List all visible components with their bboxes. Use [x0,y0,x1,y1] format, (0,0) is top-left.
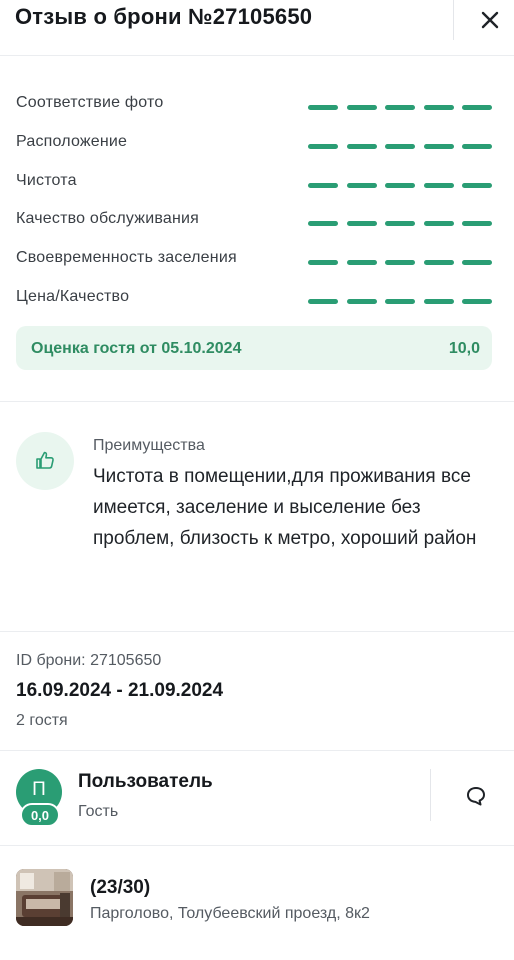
rating-row: Цена/Качество [0,280,514,308]
user-name: Пользователь [78,771,213,792]
section-divider [0,845,514,846]
rating-dash [308,105,338,110]
rating-dash [385,183,415,188]
rating-dash [308,144,338,149]
rating-dash [308,221,338,226]
rating-dash [423,221,454,226]
modal-title: Отзыв о брони №27105650 [15,4,313,29]
modal-header: Отзыв о брони №27105650 [0,0,514,56]
rating-dash [462,260,492,265]
rating-dash [385,105,415,110]
close-button[interactable] [472,2,508,38]
user-rating-badge: 0,0 [20,803,60,827]
rating-dash [346,299,377,304]
property-photo[interactable] [16,869,73,926]
rating-dashes [308,105,492,111]
property-photo-image [16,869,73,926]
section-divider [0,401,514,402]
rating-dash [462,144,492,149]
rating-dash [462,183,492,188]
booking-id: ID брони: 27105650 [16,652,162,669]
rating-dash [346,183,377,188]
rating-label: Расположение [16,133,128,150]
rating-dash [346,221,377,226]
rating-dash [462,221,492,226]
rating-dash [462,299,492,304]
rating-dash [385,221,415,226]
pros-text: Чистота в помещении,для проживания все и… [93,466,477,549]
rating-dash [346,144,377,149]
rating-dashes [308,299,492,305]
thumbs-up-icon [36,451,54,469]
rating-dash [308,299,338,304]
rating-row: Своевременность заселения [0,241,514,269]
rating-dashes [308,144,492,150]
rating-row: Чистота [0,164,514,192]
user-divider [430,769,431,821]
user-rating-value: 0,0 [30,808,50,823]
rating-row: Качество обслуживания [0,202,514,230]
rating-dash [346,260,377,265]
rating-dashes [308,221,492,227]
rating-dash [308,260,338,265]
rating-dashes [308,260,492,266]
rating-dash [385,144,415,149]
rating-dash [423,144,454,149]
close-icon [481,11,499,29]
rating-label: Соответствие фото [16,94,164,111]
rating-row: Расположение [0,125,514,153]
guest-score-banner: Оценка гостя от 05.10.2024 10,0 [16,326,492,370]
user-role: Гость [78,803,119,820]
rating-dash [423,299,454,304]
header-divider [453,0,454,40]
rating-label: Чистота [16,172,77,189]
booking-guests: 2 гостя [16,712,68,729]
guest-score-label: Оценка гостя от 05.10.2024 [31,340,242,357]
property-title[interactable]: (23/30) [90,877,150,899]
rating-dashes [308,183,492,189]
section-divider [0,750,514,751]
rating-dash [423,260,454,265]
pros-icon-circle [16,432,74,490]
avatar-letter: П [32,779,46,800]
pros-title: Преимущества [93,437,205,454]
rating-dash [462,105,492,110]
guest-score-value: 10,0 [448,340,480,357]
rating-dash [385,260,415,265]
rating-row: Соответствие фото [0,86,514,114]
rating-label: Качество обслуживания [16,210,199,227]
section-divider [0,631,514,632]
property-address: Парголово, Толубеевский проезд, 8к2 [90,905,370,922]
rating-dash [308,183,338,188]
rating-dash [423,183,454,188]
rating-dash [346,105,377,110]
chat-button[interactable] [455,776,495,816]
rating-label: Своевременность заселения [16,249,237,266]
chat-icon [467,787,485,806]
booking-dates: 16.09.2024 - 21.09.2024 [16,680,224,701]
rating-dash [423,105,454,110]
rating-dash [385,299,415,304]
rating-label: Цена/Качество [16,288,130,305]
